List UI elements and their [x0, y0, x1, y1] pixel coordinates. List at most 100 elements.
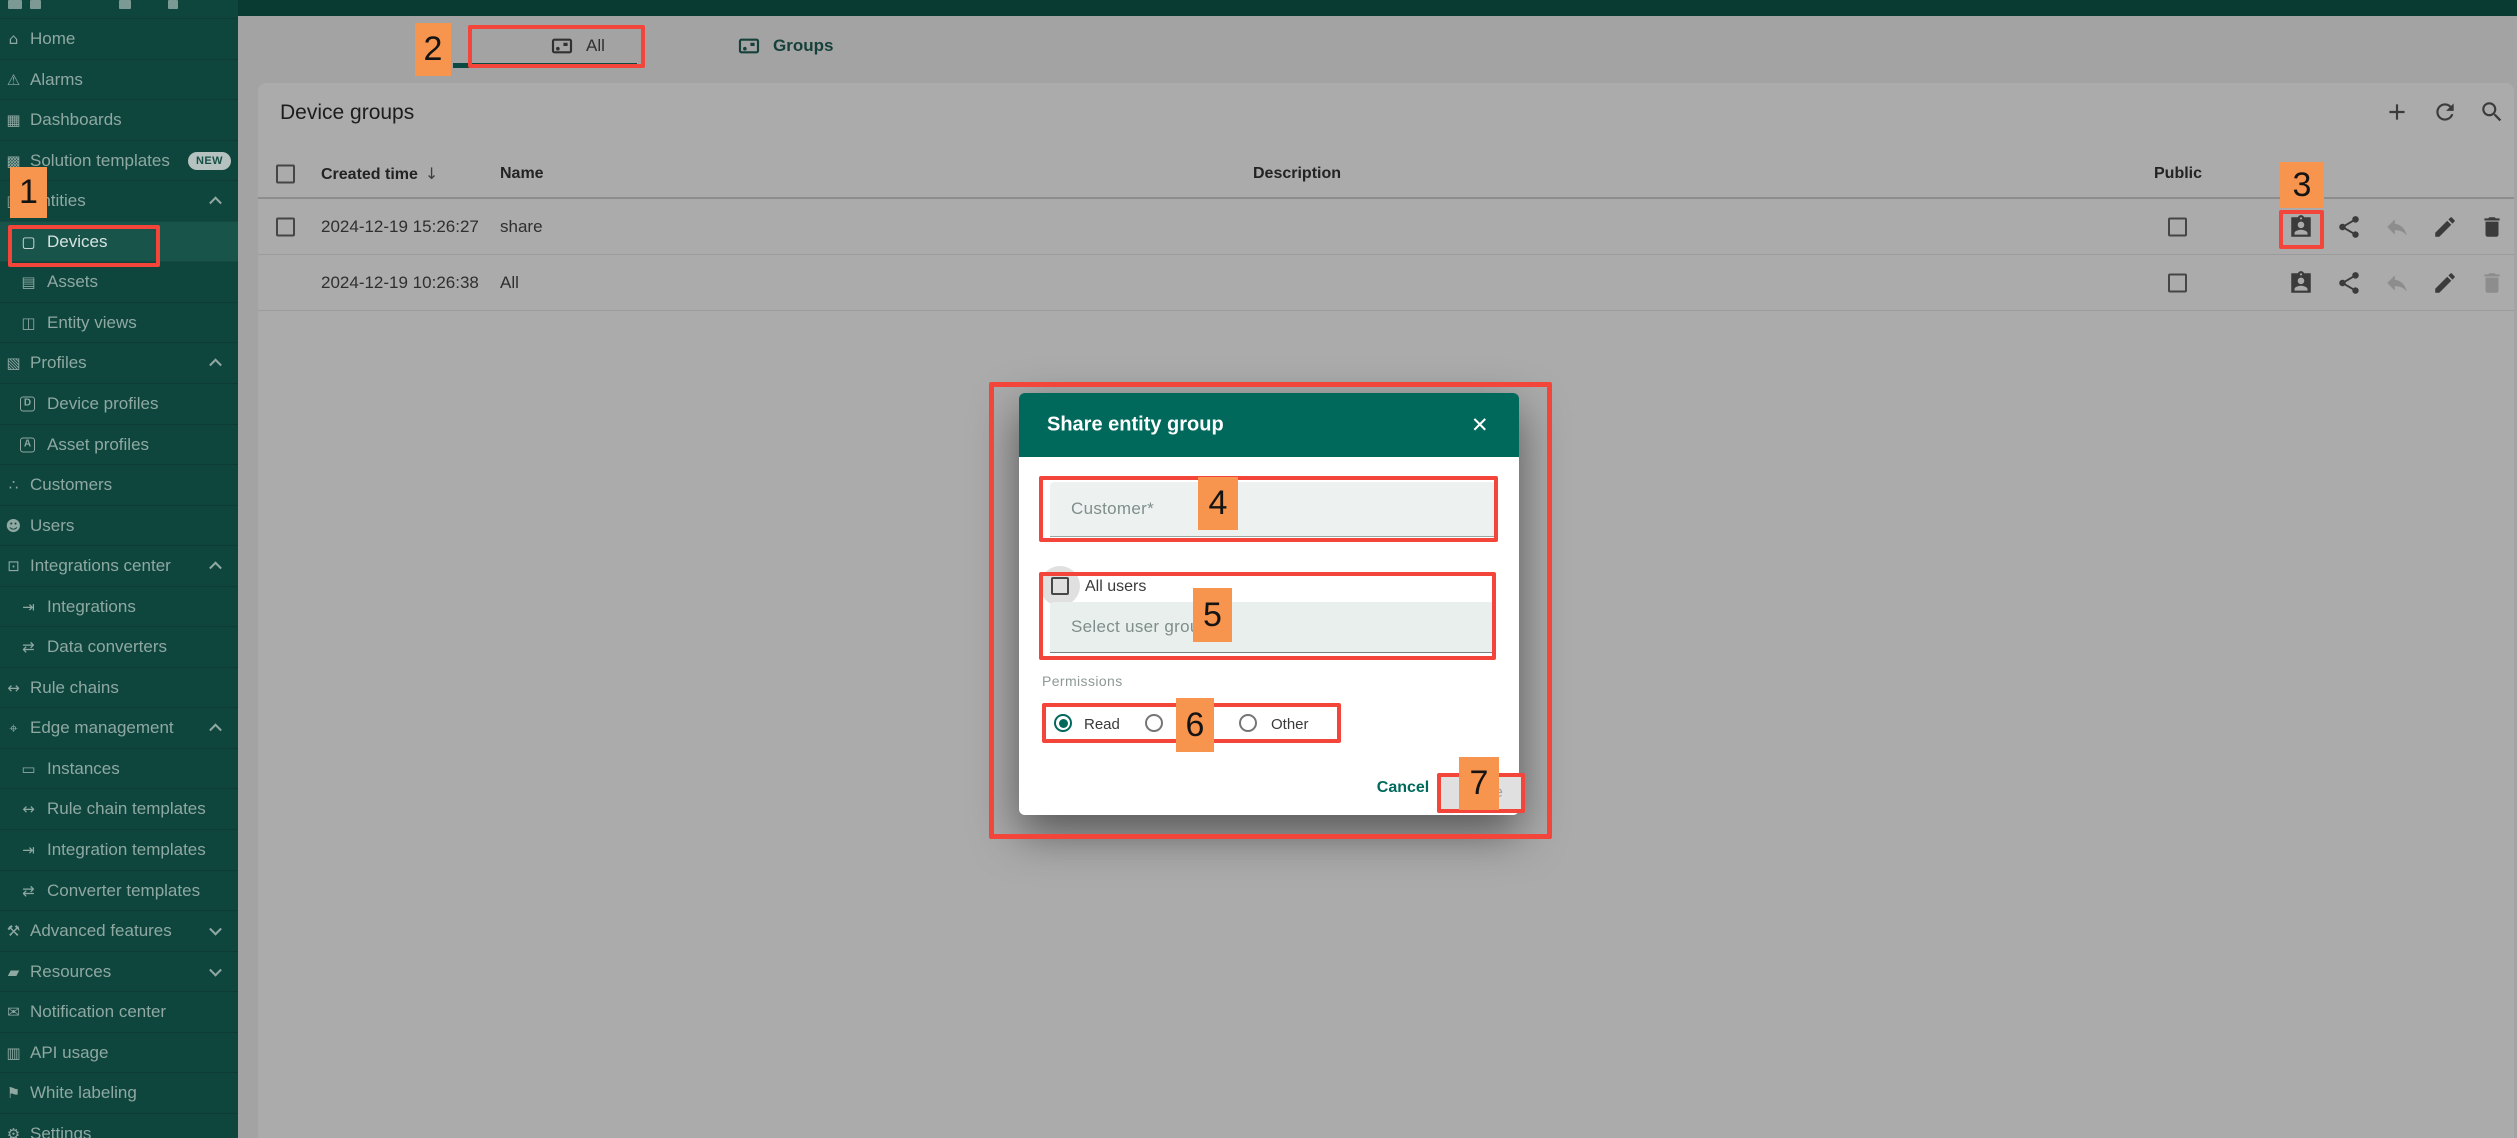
sidebar-item-assets[interactable]: ▤ Assets	[0, 261, 238, 302]
edit-button[interactable]	[2432, 270, 2458, 296]
new-badge: NEW	[188, 152, 231, 170]
manage-users-button[interactable]	[2288, 214, 2314, 240]
close-icon[interactable]: ✕	[1471, 413, 1489, 437]
all-users-checkbox[interactable]	[1051, 577, 1069, 595]
add-button[interactable]	[2384, 99, 2414, 129]
edge-management-icon: ⌖	[5, 719, 22, 737]
users-icon: ☻	[5, 517, 22, 535]
radio-other-label: Other	[1271, 716, 1309, 733]
column-name[interactable]: Name	[500, 165, 544, 183]
sidebar-item-label: White labeling	[30, 1083, 137, 1103]
sidebar-item-settings[interactable]: ⚙Settings	[0, 1113, 238, 1138]
solution-templates-icon: ▩	[5, 152, 22, 170]
plus-icon	[2384, 99, 2410, 125]
make-private-button[interactable]	[2384, 214, 2410, 240]
column-public[interactable]: Public	[2154, 165, 2202, 183]
chevron-up-icon	[209, 197, 222, 210]
sidebar-item-label: Solution templates	[30, 151, 170, 171]
edit-button[interactable]	[2432, 214, 2458, 240]
share-button[interactable]: Share	[1441, 775, 1522, 811]
sidebar-item-label: Settings	[30, 1124, 91, 1138]
sidebar-item-users[interactable]: ☻Users	[0, 505, 238, 546]
sidebar-item-integrations[interactable]: ⇥Integrations	[0, 586, 238, 627]
tab-all-label: All	[586, 36, 605, 56]
search-button[interactable]	[2479, 99, 2509, 129]
sidebar-item-entity-views[interactable]: ◫Entity views	[0, 302, 238, 343]
sidebar-item-instances[interactable]: ▭Instances	[0, 748, 238, 789]
radio-read-label: Read	[1084, 716, 1120, 733]
rule-chain-templates-icon: ↔	[20, 800, 37, 818]
column-created-time[interactable]: Created time↓	[321, 164, 438, 184]
white-labeling-icon: ⚑	[5, 1084, 22, 1102]
sidebar-item-advanced-features[interactable]: ⚒Advanced features	[0, 910, 238, 951]
radio-read[interactable]	[1054, 714, 1072, 732]
sidebar-item-entities[interactable]: ▣Entities	[0, 180, 238, 221]
reply-icon	[2384, 214, 2410, 240]
sidebar-item-label: Assets	[47, 272, 98, 292]
sidebar-item-api-usage[interactable]: ▥ API usage	[0, 1032, 238, 1073]
radio-other[interactable]	[1239, 714, 1257, 732]
sidebar-item-resources[interactable]: ▰Resources	[0, 951, 238, 992]
sidebar-item-devices[interactable]: ▢Devices	[0, 221, 238, 262]
dialog-body: Customer* All users Select user group* P…	[1019, 457, 1519, 815]
radio-write[interactable]	[1145, 714, 1163, 732]
customers-icon: ∴	[5, 476, 22, 494]
table-row[interactable]: 2024-12-19 10:26:38 All	[258, 255, 2514, 311]
entity-views-icon: ◫	[20, 314, 37, 332]
share-row-button[interactable]	[2336, 214, 2362, 240]
sidebar-item-white-labeling[interactable]: ⚑ White labeling	[0, 1072, 238, 1113]
sidebar-item-notification-center[interactable]: ✉ Notification center	[0, 991, 238, 1032]
user-group-field[interactable]: Select user group*	[1050, 602, 1495, 653]
column-description[interactable]: Description	[1253, 165, 1341, 183]
sidebar-item-integration-templates[interactable]: ⇥Integration templates	[0, 829, 238, 870]
sidebar-item-label: Asset profiles	[47, 435, 149, 455]
sidebar-item-integrations-center[interactable]: ⊡Integrations center	[0, 545, 238, 586]
make-private-button[interactable]	[2384, 270, 2410, 296]
share-row-button[interactable]	[2336, 270, 2362, 296]
public-checkbox[interactable]	[2168, 217, 2187, 236]
customer-field[interactable]: Customer*	[1050, 482, 1495, 537]
profiles-icon: ▧	[5, 354, 22, 372]
sidebar-item-label: Alarms	[30, 70, 83, 90]
sidebar-item-label: Edge management	[30, 718, 174, 738]
sidebar-item-solution-templates[interactable]: ▩ Solution templates NEW	[0, 140, 238, 181]
assets-icon: ▤	[20, 273, 37, 291]
public-checkbox[interactable]	[2168, 273, 2187, 292]
api-usage-icon: ▥	[5, 1044, 22, 1062]
sidebar-item-rule-chains[interactable]: ↔Rule chains	[0, 667, 238, 708]
converter-templates-icon: ⇄	[20, 882, 37, 900]
sidebar-item-asset-profiles[interactable]: AAsset profiles	[0, 424, 238, 465]
sidebar-item-label: Integrations center	[30, 556, 171, 576]
refresh-button[interactable]	[2432, 99, 2462, 129]
sidebar-item-dashboards[interactable]: ▦Dashboards	[0, 99, 238, 140]
chevron-down-icon	[209, 963, 222, 976]
chevron-down-icon	[209, 923, 222, 936]
sidebar-item-alarms[interactable]: ⚠Alarms	[0, 59, 238, 100]
notification-center-icon: ✉	[5, 1003, 22, 1021]
sidebar-item-home[interactable]: ⌂Home	[0, 18, 238, 59]
sidebar-item-customers[interactable]: ∴Customers	[0, 464, 238, 505]
row-checkbox[interactable]	[276, 217, 295, 236]
user-group-field-label: Select user group*	[1071, 617, 1216, 637]
rule-chains-icon: ↔	[5, 679, 22, 697]
sidebar-item-data-converters[interactable]: ⇄Data converters	[0, 626, 238, 667]
sidebar-item-label: API usage	[30, 1043, 108, 1063]
sidebar-item-converter-templates[interactable]: ⇄Converter templates	[0, 870, 238, 911]
sidebar-item-label: Instances	[47, 759, 120, 779]
sidebar-item-label: Devices	[47, 232, 107, 252]
delete-button[interactable]	[2479, 270, 2505, 296]
tab-groups[interactable]: Groups	[738, 16, 833, 76]
sidebar-item-label: Notification center	[30, 1002, 166, 1022]
sidebar-item-device-profiles[interactable]: DDevice profiles	[0, 383, 238, 424]
sidebar-item-edge-management[interactable]: ⌖ Edge management	[0, 707, 238, 748]
table-row[interactable]: 2024-12-19 15:26:27 share	[258, 199, 2514, 255]
cancel-button[interactable]: Cancel	[1373, 770, 1433, 806]
logo-fragment	[30, 0, 41, 9]
top-toolbar	[238, 0, 2517, 16]
sidebar-item-rule-chain-templates[interactable]: ↔Rule chain templates	[0, 788, 238, 829]
select-all-checkbox[interactable]	[276, 164, 295, 183]
manage-users-button[interactable]	[2288, 270, 2314, 296]
sidebar-item-profiles[interactable]: ▧Profiles	[0, 342, 238, 383]
delete-button[interactable]	[2479, 214, 2505, 240]
sidebar-item-label: Home	[30, 29, 75, 49]
